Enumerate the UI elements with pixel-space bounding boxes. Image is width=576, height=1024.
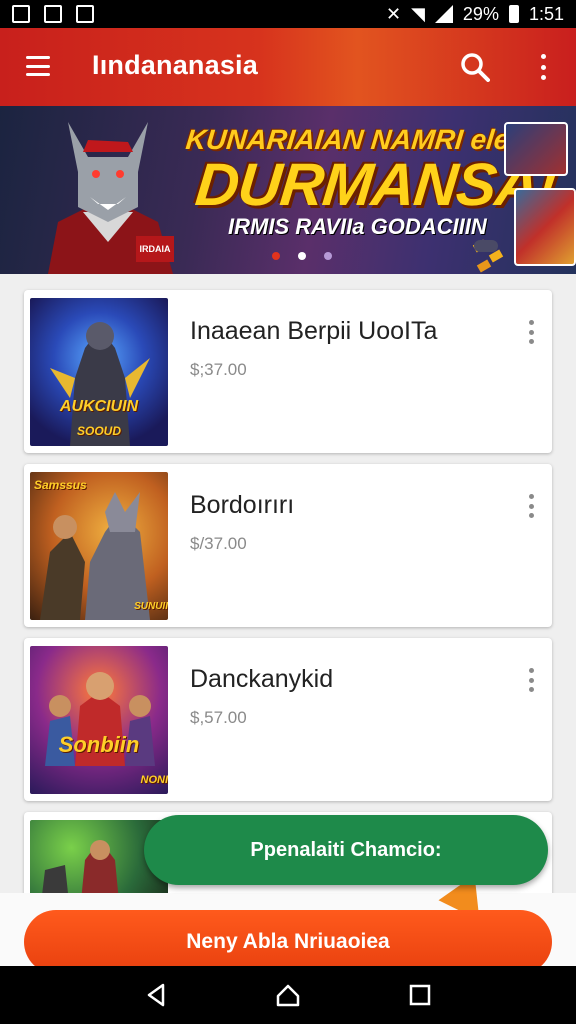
hamburger-menu-icon[interactable] (26, 56, 50, 76)
item-thumbnail: Sonbiin NONI (30, 646, 168, 794)
more-vertical-icon[interactable] (532, 50, 554, 84)
item-price: $,57.00 (190, 708, 247, 727)
app-title: Iındananasia (92, 50, 258, 80)
cta-button[interactable]: Neny Abla Nriuaoiea (24, 910, 552, 974)
wifi-icon: ◥ (411, 3, 425, 24)
clock: 1:51 (528, 3, 564, 24)
system-nav-bar (0, 966, 576, 1024)
gallery-notification-icon (76, 5, 94, 23)
recents-square-icon[interactable] (405, 980, 435, 1010)
banner-dot-active[interactable] (298, 252, 306, 260)
item-title: Bordoırırı (190, 491, 295, 519)
battery-percent: 29% (462, 3, 499, 24)
item-more-icon[interactable] (524, 320, 538, 344)
battery-icon (508, 5, 519, 23)
item-more-icon[interactable] (524, 668, 538, 692)
list-item[interactable]: Samssus SUNUII Bordoırırı $/37.00 (24, 464, 552, 627)
home-icon[interactable] (273, 980, 303, 1010)
item-thumbnail: Samssus SUNUII (30, 472, 168, 620)
signal-icon (434, 5, 453, 23)
item-title: Inaaean Berpii UooITa (190, 317, 438, 345)
banner-badge: IRDAIA (136, 236, 174, 262)
thumbnail-label: AUKCIUIN (59, 398, 139, 415)
item-title: Danckanykid (190, 665, 334, 693)
image-notification-icon (44, 5, 62, 23)
item-more-icon[interactable] (524, 494, 538, 518)
banner-dot[interactable] (272, 252, 280, 260)
thumbnail-label: Sonbiin (58, 732, 140, 757)
back-triangle-icon[interactable] (141, 980, 171, 1010)
notification-icon (12, 5, 30, 23)
notification-icons (12, 5, 94, 23)
thumbnail-sublabel: SOOUD (76, 424, 121, 438)
thumbnail-sublabel: SUNUII (134, 601, 168, 612)
status-indicators: ✕ ◥ 29% 1:51 (386, 4, 564, 25)
status-bar: ✕ ◥ 29% 1:51 (0, 0, 576, 28)
item-price: $/37.00 (190, 534, 247, 553)
banner-dot[interactable] (324, 252, 332, 260)
vibrate-icon: ✕ (385, 3, 402, 24)
banner-subtitle: IRMIS RAVIIa GODACIIIN (228, 214, 487, 239)
promo-banner[interactable]: IRDAIA KUNARIAIAN NAMRI eleiaii.. DURMAN… (0, 106, 576, 274)
thumbnail-sublabel: NONI (140, 774, 169, 786)
list-item[interactable]: Sonbiin NONI Danckanykid $,57.00 (24, 638, 552, 801)
item-price: $;37.00 (190, 360, 247, 379)
list-item[interactable]: AUKCIUIN SOOUD Inaaean Berpii UooITa $;3… (24, 290, 552, 453)
controller-icon (474, 240, 498, 252)
thumbnail-label: Samssus (34, 478, 87, 492)
banner-card-stack (500, 118, 576, 268)
banner-pagination[interactable] (272, 252, 332, 260)
app-bar: Iındananasia (0, 28, 576, 106)
item-thumbnail: AUKCIUIN SOOUD (30, 298, 168, 446)
promo-toast[interactable]: Ppenalaiti Chamcio: (144, 815, 548, 885)
search-icon[interactable] (460, 52, 490, 82)
